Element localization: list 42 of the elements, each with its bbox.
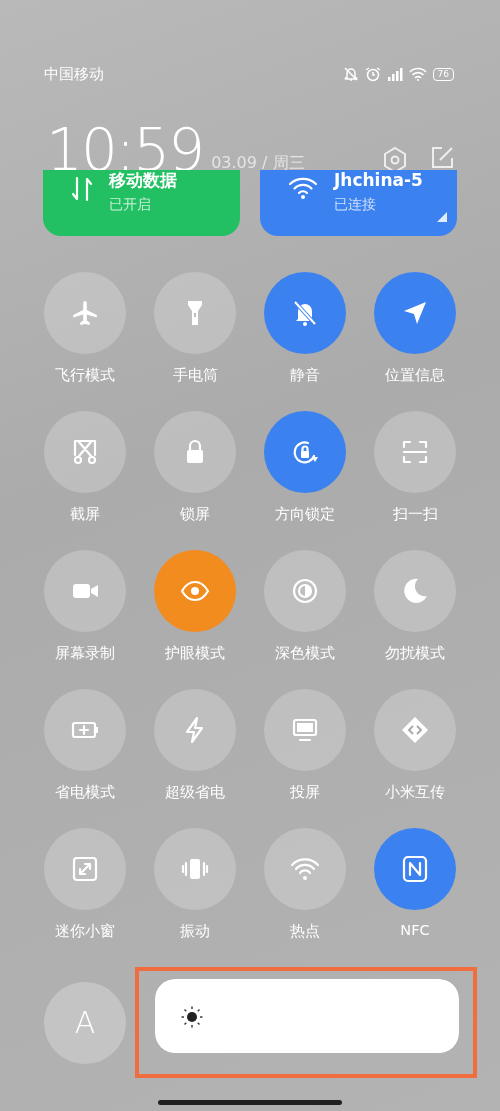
toggle-label: NFC [400, 922, 430, 938]
toggle-label: 扫一扫 [392, 505, 438, 524]
bell-muted-icon [342, 66, 359, 82]
toggle-label: 位置信息 [385, 366, 445, 385]
toggle-label: 超级省电 [165, 783, 225, 802]
data-transfer-icon [71, 176, 93, 202]
toggle-label: 飞行模式 [55, 366, 115, 385]
auto-brightness-button[interactable]: A [44, 981, 126, 1064]
card-status: 已开启 [109, 196, 152, 214]
toggle-label: 护眼模式 [165, 644, 225, 663]
sun-icon [181, 1006, 203, 1028]
alarm-icon [364, 66, 381, 82]
toggle-label: 锁屏 [180, 505, 210, 524]
battery-level: 76 [432, 67, 454, 81]
card-status: 已连接 [334, 196, 377, 214]
toggle-label: 迷你小窗 [55, 922, 115, 941]
edit-icon[interactable] [430, 146, 454, 170]
toggle-label: 省电模式 [55, 783, 115, 802]
corner-triangle-icon [437, 212, 447, 222]
card-title: Jhchina-5 [334, 170, 423, 190]
toggle-label: 屏幕录制 [55, 644, 115, 663]
resize-window-icon [70, 854, 100, 884]
toggle-label: 投屏 [290, 783, 320, 802]
diamond-arrows-icon [400, 715, 430, 745]
half-circle-icon [290, 576, 320, 606]
toggle-label: 振动 [180, 922, 210, 941]
carrier-name: 中国移动 [44, 64, 104, 84]
toggle-label: 静音 [290, 366, 320, 385]
wifi-icon [408, 67, 427, 81]
signal-icon [386, 67, 403, 81]
toggle-card[interactable]: Jhchina-5 已连接 [260, 170, 457, 236]
toggle-label: 手电筒 [172, 366, 218, 385]
toggle-label: 截屏 [70, 505, 100, 524]
toggle-label: 勿扰模式 [385, 644, 445, 663]
toggle-label: 小米互传 [385, 783, 445, 802]
toggle-label: 热点 [290, 922, 320, 941]
toggle-label: 方向锁定 [275, 505, 335, 524]
nfc-icon [400, 854, 430, 884]
toggle-label: 深色模式 [275, 644, 335, 663]
airplane-icon [70, 298, 100, 328]
brightness-slider[interactable] [155, 979, 459, 1053]
wifi-icon [288, 176, 318, 200]
